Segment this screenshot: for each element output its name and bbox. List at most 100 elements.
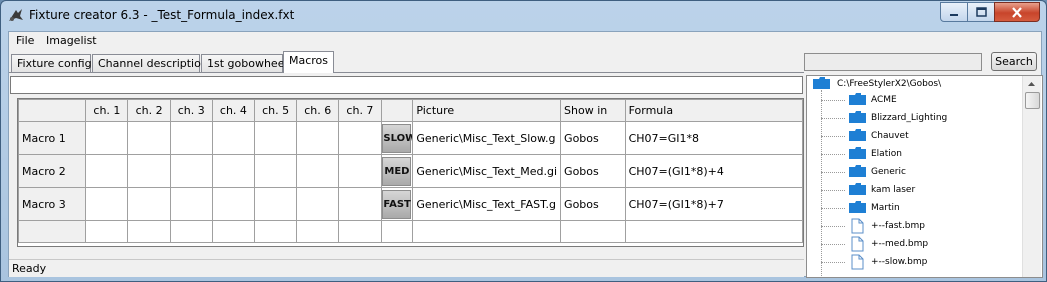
folder-icon — [813, 77, 830, 89]
channel-cell[interactable] — [338, 154, 382, 188]
column-header-ch4[interactable]: ch. 4 — [211, 99, 256, 122]
macro-table: ch. 1 ch. 2 ch. 3 ch. 4 ch. 5 ch. 6 ch. … — [18, 99, 803, 243]
scroll-thumb[interactable] — [1025, 92, 1040, 109]
row-header-macro[interactable]: Macro 2 — [18, 154, 87, 188]
menu-file[interactable]: File — [16, 34, 34, 47]
column-header-ch3[interactable]: ch. 3 — [169, 99, 213, 122]
channel-cell[interactable] — [338, 220, 382, 243]
tab-fixture-config[interactable]: Fixture config. — [11, 54, 95, 72]
row-header-empty[interactable] — [18, 220, 87, 243]
folder-icon — [849, 111, 866, 123]
show-in-cell[interactable] — [560, 220, 626, 243]
formula-cell[interactable]: CH07=GI1*8 — [624, 121, 803, 155]
thumbnail-cell[interactable]: MED — [380, 154, 414, 188]
minimize-button[interactable] — [940, 2, 968, 22]
gobo-folder-tree[interactable]: C:\FreeStylerX2\Gobos\ ACME Blizzard_Lig… — [806, 75, 1043, 278]
picture-cell[interactable]: Generic\Misc_Text_FAST.g — [412, 187, 562, 221]
minimize-icon — [950, 14, 958, 16]
channel-cell[interactable] — [169, 154, 213, 188]
picture-cell[interactable]: Generic\Misc_Text_Med.gi — [412, 154, 562, 188]
macro-text-input[interactable] — [10, 76, 803, 94]
channel-cell[interactable] — [211, 121, 256, 155]
formula-cell[interactable]: CH07=(GI1*8)+7 — [624, 187, 803, 221]
channel-cell[interactable] — [338, 187, 382, 221]
show-in-cell[interactable]: Gobos — [560, 187, 626, 221]
macro-grid[interactable]: ch. 1 ch. 2 ch. 3 ch. 4 ch. 5 ch. 6 ch. … — [17, 98, 804, 247]
tab-channel-description[interactable]: Channel description — [92, 54, 208, 72]
file-icon — [851, 236, 864, 252]
folder-icon — [849, 147, 866, 159]
column-header-ch6[interactable]: ch. 6 — [296, 99, 340, 122]
channel-cell[interactable] — [127, 154, 171, 188]
table-row-empty[interactable] — [18, 220, 803, 243]
channel-cell[interactable] — [296, 121, 340, 155]
channel-cell[interactable] — [85, 121, 129, 155]
show-in-cell[interactable]: Gobos — [560, 121, 626, 155]
search-button[interactable]: Search — [991, 52, 1037, 71]
tab-macros[interactable]: Macros — [283, 51, 334, 73]
thumbnail-cell[interactable] — [380, 220, 414, 243]
channel-cell[interactable] — [169, 220, 213, 243]
column-header-show-in[interactable]: Show in — [560, 99, 626, 122]
formula-cell[interactable] — [624, 220, 803, 243]
client-area: File Imagelist Fixture config. Channel d… — [8, 31, 1043, 278]
picture-cell[interactable] — [412, 220, 562, 243]
status-bar: Ready — [9, 259, 804, 277]
channel-cell[interactable] — [296, 187, 340, 221]
channel-cell[interactable] — [253, 220, 298, 243]
channel-cell[interactable] — [127, 220, 171, 243]
channel-cell[interactable] — [253, 187, 298, 221]
picture-cell[interactable]: Generic\Misc_Text_Slow.g — [412, 121, 562, 155]
channel-cell[interactable] — [169, 187, 213, 221]
channel-cell[interactable] — [338, 121, 382, 155]
channel-cell[interactable] — [296, 154, 340, 188]
tree-scrollbar[interactable] — [1022, 76, 1041, 277]
column-header-ch1[interactable]: ch. 1 — [85, 99, 129, 122]
scroll-up-arrow-icon[interactable] — [1024, 77, 1039, 91]
tab-strip: Fixture config. Channel description 1st … — [9, 51, 809, 73]
menu-bar: File Imagelist — [9, 32, 1041, 50]
app-window: Fixture creator 6.3 - _Test_Formula_inde… — [0, 0, 1047, 282]
channel-cell[interactable] — [169, 121, 213, 155]
channel-cell[interactable] — [127, 121, 171, 155]
tab-1st-gobowheel[interactable]: 1st gobowheel — [201, 54, 288, 72]
formula-cell[interactable]: CH07=(GI1*8)+4 — [624, 154, 803, 188]
window-title: Fixture creator 6.3 - _Test_Formula_inde… — [29, 8, 295, 22]
table-row[interactable]: Macro 3 FAST Generic\Misc_Text_FAST.g Go… — [18, 187, 803, 221]
channel-cell[interactable] — [85, 154, 129, 188]
tree-guide-line — [821, 118, 845, 119]
tree-folder-label: Generic — [871, 167, 906, 177]
tree-guide-line — [821, 100, 845, 101]
table-row[interactable]: Macro 1 SLOW Generic\Misc_Text_Slow.g Go… — [18, 121, 803, 155]
tree-file-label: +--fast.bmp — [871, 221, 925, 231]
maximize-button[interactable] — [967, 2, 995, 22]
table-row[interactable]: Macro 2 MED Generic\Misc_Text_Med.gi Gob… — [18, 154, 803, 188]
column-header-formula[interactable]: Formula — [624, 99, 803, 122]
row-header-macro[interactable]: Macro 3 — [18, 187, 87, 221]
title-bar[interactable]: Fixture creator 6.3 - _Test_Formula_inde… — [1, 1, 1046, 31]
column-header-ch7[interactable]: ch. 7 — [338, 99, 382, 122]
channel-cell[interactable] — [85, 187, 129, 221]
channel-cell[interactable] — [85, 220, 129, 243]
menu-imagelist[interactable]: Imagelist — [46, 34, 97, 47]
channel-cell[interactable] — [211, 154, 256, 188]
thumbnail-cell[interactable]: FAST — [380, 187, 414, 221]
show-in-cell[interactable]: Gobos — [560, 154, 626, 188]
thumbnail-cell[interactable]: SLOW — [380, 121, 414, 155]
column-header-ch2[interactable]: ch. 2 — [127, 99, 171, 122]
channel-cell[interactable] — [211, 220, 256, 243]
tree-folder-label: Martin — [871, 203, 900, 213]
channel-cell[interactable] — [127, 187, 171, 221]
close-button[interactable] — [994, 2, 1040, 22]
channel-cell[interactable] — [253, 121, 298, 155]
row-header-macro[interactable]: Macro 1 — [18, 121, 87, 155]
channel-cell[interactable] — [253, 154, 298, 188]
channel-cell[interactable] — [296, 220, 340, 243]
search-input[interactable] — [804, 53, 982, 71]
tree-guide-line — [821, 136, 845, 137]
column-header-picture[interactable]: Picture — [412, 99, 562, 122]
column-header-ch5[interactable]: ch. 5 — [253, 99, 298, 122]
channel-cell[interactable] — [211, 187, 256, 221]
column-header-thumb[interactable] — [380, 99, 414, 122]
gobo-thumbnail: FAST — [382, 189, 412, 219]
